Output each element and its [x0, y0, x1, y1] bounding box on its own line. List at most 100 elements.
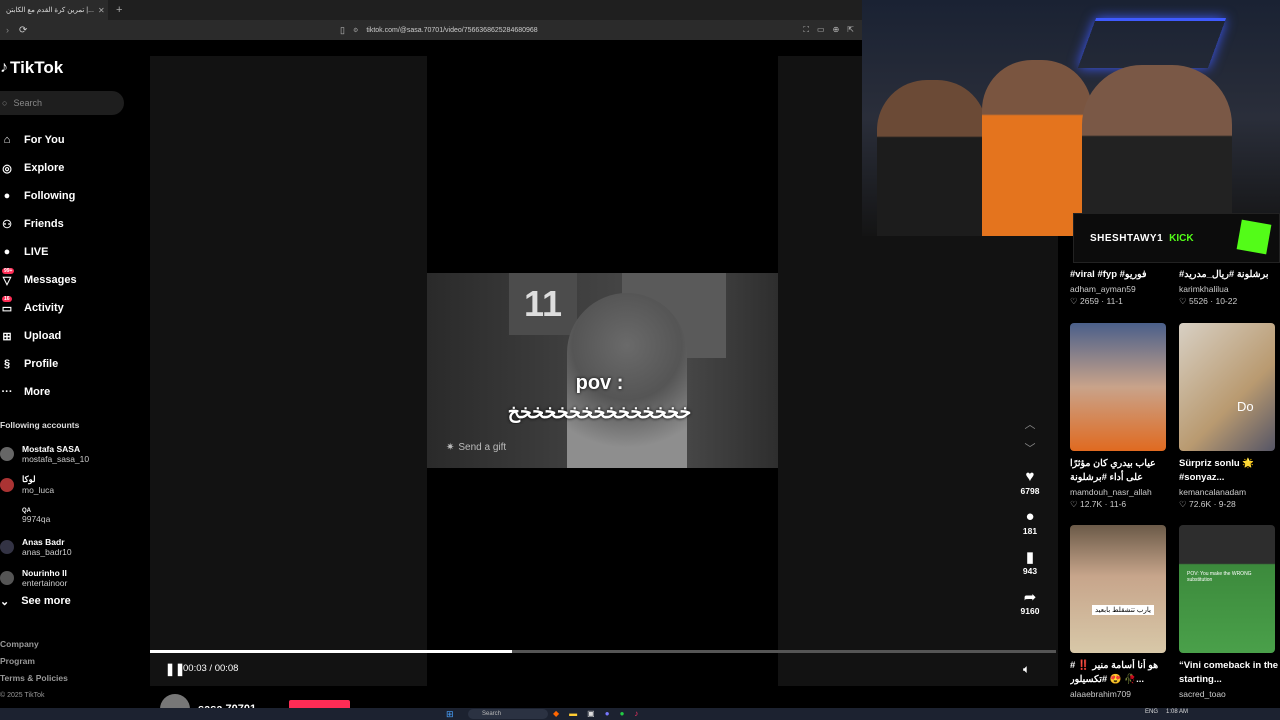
video-caption: عياب بيدري كان مؤثرًا على أداء #برشلونة — [1070, 458, 1156, 483]
chevron-up-icon[interactable]: ︿ — [1010, 416, 1050, 440]
suggested-video-card[interactable]: يارب تتشقلط بابعيد هو أنا أسامة منير ‼️ … — [1070, 525, 1170, 699]
video-user: mamdouh_nasr_allah — [1070, 487, 1152, 497]
streamer-name: SHESHTAWY1 — [1090, 232, 1164, 244]
reload-icon[interactable]: ⟳ — [19, 25, 27, 36]
footer-terms-link[interactable]: Terms & Policies — [0, 670, 68, 687]
share-count: 9160 — [1020, 606, 1040, 616]
nav-live[interactable]: ● LIVE — [0, 238, 140, 266]
video-meta: ♡ 72.6K · 9-28 — [1179, 499, 1236, 509]
send-gift-button[interactable]: ✷ Send a gift — [446, 442, 506, 453]
copyright: © 2025 TikTok — [0, 692, 45, 699]
streamer-person-right — [1082, 65, 1232, 236]
avatar — [0, 477, 14, 492]
following-account-item[interactable]: Anas Badr anas_badr10 — [0, 531, 140, 562]
footer-company-link[interactable]: Company — [0, 636, 68, 653]
video-caption: #viral #fyp #فوريو — [1070, 269, 1147, 280]
video-caption: #برشلونة #ريال_مدريد — [1179, 269, 1269, 280]
nav-label: More — [24, 386, 51, 398]
share-icon[interactable]: ⇱ — [847, 25, 854, 35]
explorer-app-icon[interactable]: ▬ — [569, 709, 577, 718]
save-count: 943 — [1022, 566, 1038, 576]
search-placeholder: Search — [13, 98, 42, 108]
framed-jersey: 11 — [509, 273, 577, 335]
site-info-icon[interactable]: ⚙ — [353, 27, 358, 34]
sidebar-footer: Company Program Terms & Policies © 2025 … — [0, 636, 68, 704]
following-accounts-title: Following accounts — [0, 420, 80, 430]
inbox-icon: ▭ — [1, 302, 13, 315]
video-progress-bar[interactable] — [150, 650, 1056, 653]
nav-explore[interactable]: ◎ Explore — [0, 154, 140, 182]
live-icon: ● — [3, 246, 11, 258]
nav-for-you[interactable]: ⌂ For You — [0, 126, 140, 154]
tiktok-logo[interactable]: ♪ TikTok — [0, 58, 63, 78]
nav-friends[interactable]: ⚇ Friends — [0, 210, 140, 238]
taskbar-search[interactable]: Search — [468, 709, 548, 719]
language-indicator[interactable]: ENG — [1145, 709, 1158, 715]
see-more-button[interactable]: ⌄ See more — [0, 595, 71, 608]
nav-upload[interactable]: ⊞ Upload — [0, 322, 140, 350]
video-user: kemancalanadam — [1179, 487, 1247, 497]
discord-app-icon[interactable]: ● — [605, 709, 610, 718]
video-user: sacred_toao — [1179, 689, 1226, 699]
comment-action[interactable]: ● 181 — [1010, 508, 1050, 544]
zoom-icon[interactable]: ⊕ — [833, 25, 840, 35]
kick-logo-icon — [1236, 219, 1272, 255]
cast-icon[interactable]: ▭ — [817, 25, 825, 35]
share-action[interactable]: ➦ 9160 — [1010, 588, 1050, 624]
windows-taskbar: ⊞ Search ◆ ▬ ▣ ● ● ♪ ENG 1:08 AM — [0, 708, 1280, 720]
nav-label: Following — [24, 190, 76, 202]
nav-following[interactable]: ● Following — [0, 182, 140, 210]
url-text: tiktok.com/@sasa.70701/video/75663686252… — [366, 26, 538, 34]
following-icon: ● — [3, 190, 11, 202]
whatsapp-app-icon[interactable]: ● — [620, 709, 625, 718]
nav-activity[interactable]: ▭ 16 Activity — [0, 294, 140, 322]
upload-icon: ⊞ — [2, 330, 12, 343]
video-date: 9-28 — [1218, 499, 1236, 509]
suggested-video-card[interactable]: #برشلونة #ريال_مدريد karimkhalilua ♡ 552… — [1179, 268, 1279, 307]
suggested-video-card[interactable]: POV: You make the WRONG substitution “Vi… — [1179, 525, 1279, 699]
store-app-icon[interactable]: ▣ — [587, 709, 595, 718]
clock[interactable]: 1:08 AM — [1166, 709, 1188, 715]
bookmark-icon[interactable]: ▯ — [340, 25, 345, 36]
video-thumbnail: Do — [1179, 323, 1275, 451]
nav-messages[interactable]: ▽ 99+ Messages — [0, 266, 140, 294]
like-action[interactable]: ♥ 6798 — [1010, 468, 1050, 504]
search-input[interactable]: ○ Search — [0, 91, 124, 115]
thumbnail-text: Do — [1237, 399, 1254, 414]
browser-tab[interactable]: تمرين كرة القدم مع الكابتن |... ✕ — [0, 0, 108, 20]
new-tab-button[interactable]: + — [116, 4, 122, 16]
taskbar-apps: ◆ ▬ ▣ ● ● ♪ — [553, 709, 638, 718]
following-account-item[interactable]: QA 9974qa — [0, 500, 140, 531]
save-action[interactable]: ▮ 943 — [1010, 548, 1050, 584]
back-icon[interactable]: › — [6, 25, 9, 35]
account-handle: anas_badr10 — [22, 546, 72, 557]
video-actions: ︿ ﹀ ♥ 6798 ● 181 ▮ 943 ➦ 9160 — [1010, 416, 1050, 624]
suggested-video-card[interactable]: Do Sürpriz sonlu 🌟 #sonyaz... kemancalan… — [1179, 323, 1279, 510]
address-bar: › ⟳ ▯ ⚙ tiktok.com/@sasa.70701/video/756… — [0, 20, 862, 40]
video-likes: 12.7K — [1079, 499, 1103, 509]
video-thumbnail: يارب تتشقلط بابعيد — [1070, 525, 1166, 653]
browser-app-icon[interactable]: ◆ — [553, 709, 559, 718]
video-date: 10-22 — [1215, 296, 1238, 306]
following-account-item[interactable]: لوكا mo_luca — [0, 469, 140, 500]
url-field[interactable]: ▯ ⚙ tiktok.com/@sasa.70701/video/7566368… — [340, 23, 860, 37]
browser-tab-bar: تمرين كرة القدم مع الكابتن |... ✕ + — [0, 0, 862, 20]
following-accounts-list: Mostafa SASA mostafa_sasa_10 لوكا mo_luca … — [0, 438, 140, 593]
extension-icon[interactable]: ⛶ — [803, 25, 809, 35]
suggested-video-card[interactable]: #viral #fyp #فوريو adham_ayman59 ♡ 2659 … — [1070, 268, 1170, 307]
gift-icon: ✷ — [446, 442, 455, 453]
footer-program-link[interactable]: Program — [0, 653, 68, 670]
tiktok-app-icon[interactable]: ♪ — [634, 709, 638, 718]
tab-close-icon[interactable]: ✕ — [98, 6, 105, 15]
nav-profile[interactable]: § Profile — [0, 350, 140, 378]
windows-start-icon[interactable]: ⊞ — [446, 709, 454, 720]
chevron-down-icon: ⌄ — [0, 596, 10, 608]
volume-icon[interactable]: 🔈︎ — [1023, 662, 1030, 677]
nav-label: Activity — [24, 302, 64, 314]
chevron-down-icon[interactable]: ﹀ — [1010, 440, 1050, 464]
following-account-item[interactable]: Mostafa SASA mostafa_sasa_10 — [0, 438, 140, 469]
account-handle: entertainoor — [22, 577, 68, 588]
following-account-item[interactable]: Nourinho II entertainoor — [0, 562, 140, 593]
nav-more[interactable]: ··· More — [0, 378, 140, 406]
suggested-video-card[interactable]: عياب بيدري كان مؤثرًا على أداء #برشلونة … — [1070, 323, 1170, 510]
